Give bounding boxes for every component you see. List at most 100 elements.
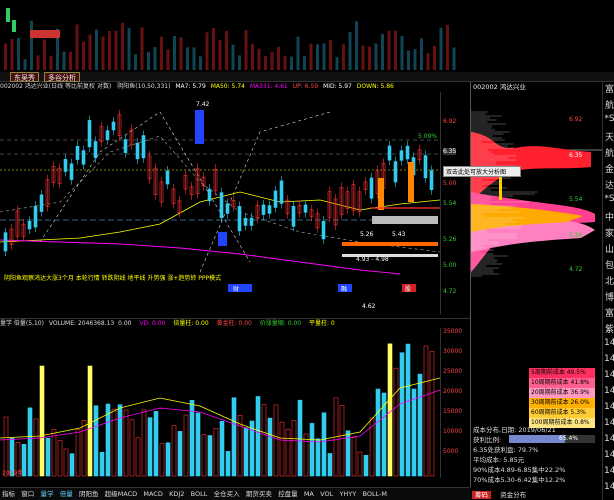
side-list-item[interactable]: 14: [604, 418, 614, 428]
side-list-item[interactable]: 中: [604, 210, 614, 223]
volume-bar: [33, 418, 39, 477]
candlestick-chart[interactable]: 7.42 5.09% 5.26 5.43 4.93 - 4.98 4.62 阴阳…: [0, 92, 441, 314]
top-bar: [296, 36, 300, 70]
volume-bar: [129, 419, 135, 477]
side-list-item[interactable]: 14: [604, 450, 614, 460]
btab-control-vol[interactable]: 控盘量: [276, 488, 300, 500]
btab-yhyy[interactable]: YHYY: [337, 488, 358, 500]
volume-bar: [225, 451, 231, 477]
candle-body: [237, 206, 242, 232]
volume-bar: [291, 420, 297, 477]
btab-vol[interactable]: VOL: [318, 488, 335, 500]
chip-tab-chips[interactable]: 筹码: [472, 491, 491, 499]
volume-bars-group: [3, 343, 435, 477]
top-bar: [17, 37, 20, 70]
btab-futures[interactable]: 期货买卖: [244, 488, 274, 500]
candle-body: [93, 141, 98, 159]
side-list-item[interactable]: 北: [604, 274, 614, 287]
cost-70: 70%成本5.30-6.42集中12.2%: [473, 476, 566, 484]
top-bar: [218, 40, 222, 70]
volume-bar: [165, 442, 171, 477]
candle-body: [273, 190, 278, 208]
side-list-item[interactable]: *S: [604, 194, 614, 204]
down-value: DOWN: 5.86: [356, 83, 394, 90]
side-list-item[interactable]: 富: [604, 306, 614, 319]
btab-boll[interactable]: BOLL: [189, 488, 210, 500]
side-list-item[interactable]: 14: [604, 466, 614, 476]
volume-bar: [327, 453, 333, 477]
top-bar: [387, 30, 391, 70]
ma331-value: MA331: 4.61: [249, 83, 288, 90]
chip-price-3: 5.54: [569, 196, 583, 203]
stock-code-name: 002002 鸿达兴业(日线 等比前复权 对数): [0, 83, 112, 90]
side-list-item[interactable]: 山: [604, 242, 614, 255]
side-list-item[interactable]: 富: [604, 82, 614, 95]
top-bar: [4, 43, 7, 70]
top-bar: [69, 51, 72, 70]
candle-body: [429, 170, 434, 191]
chip-zoom-tooltip[interactable]: 双击此处可放大分析图: [443, 166, 521, 177]
volume-bar: [357, 451, 363, 477]
top-bar: [88, 34, 92, 70]
side-list-item[interactable]: 天: [604, 130, 614, 143]
side-list-item[interactable]: 14: [604, 434, 614, 444]
price-tick-6: 4.72: [443, 288, 457, 295]
side-list-item[interactable]: 紫: [604, 322, 614, 335]
side-list-item[interactable]: *S: [604, 114, 614, 124]
side-list-item[interactable]: 包: [604, 258, 614, 271]
volume-bar: [261, 404, 267, 477]
top-bar: [179, 37, 183, 70]
side-list-item[interactable]: 14: [604, 370, 614, 380]
top-bar: [394, 30, 397, 70]
volume-bar: [69, 453, 75, 477]
volume-bar: [117, 404, 123, 477]
side-list-item[interactable]: 14: [604, 338, 614, 348]
chip-distribution-svg[interactable]: [471, 92, 603, 282]
btab-super-macd[interactable]: 超级MACD: [103, 488, 139, 500]
top-bar: [134, 54, 137, 70]
side-list-item[interactable]: 14: [604, 482, 614, 492]
btab-full-buy[interactable]: 全仓买入: [212, 488, 242, 500]
vol-tick-1: 35000: [443, 328, 463, 335]
candle-body: [393, 161, 398, 183]
tab-dongwu[interactable]: 东吴秀: [10, 72, 39, 82]
side-list-item[interactable]: 14: [604, 354, 614, 364]
vol-indicator-name[interactable]: 量学 倍量(5,10): [0, 320, 44, 327]
side-list-item[interactable]: 达: [604, 178, 614, 191]
volume-bar: [63, 448, 69, 477]
side-list-item[interactable]: 航: [604, 98, 614, 111]
cost-90: 90%成本4.89-6.85集中22.2%: [473, 466, 566, 474]
volume-chart[interactable]: 2019年: [0, 328, 441, 478]
side-list-item[interactable]: 14: [604, 402, 614, 412]
btab-macd[interactable]: MACD: [141, 488, 164, 500]
side-list-item[interactable]: 14: [604, 386, 614, 396]
top-bar: [322, 43, 326, 70]
indicator-name[interactable]: 阴阳鱼(10,50,331): [117, 83, 170, 90]
btab-liangxue[interactable]: 量学: [38, 488, 55, 500]
btab-indicator[interactable]: 指标: [0, 488, 17, 500]
top-bar: [153, 47, 157, 70]
top-bar: [381, 33, 384, 70]
candle-body: [405, 145, 410, 160]
btab-ma[interactable]: MA: [302, 488, 316, 500]
candle-body: [243, 218, 248, 226]
tab-multi-analysis[interactable]: 多谷分析: [44, 72, 80, 82]
side-list-item[interactable]: 家: [604, 226, 614, 239]
side-list-item[interactable]: 博: [604, 290, 614, 303]
year-label: 2019年: [2, 469, 23, 477]
btab-window[interactable]: 窗口: [19, 488, 36, 500]
side-list-item[interactable]: 航: [604, 146, 614, 159]
volume-bar: [123, 409, 129, 477]
volume-bar: [153, 411, 159, 477]
btab-yinyangyu[interactable]: 阴阳鱼: [77, 488, 101, 500]
chip-tab-funds[interactable]: 资金分布: [497, 491, 529, 499]
btab-kdj2[interactable]: KDJ2: [167, 488, 186, 500]
top-bar: [426, 53, 430, 70]
up-value: UP: 6.59: [292, 83, 319, 90]
ma7-value: MA7: 5.79: [175, 83, 206, 90]
btab-beiliang[interactable]: 倍量: [58, 488, 75, 500]
top-bar: [49, 56, 53, 70]
top-bar: [257, 48, 261, 70]
side-list-item[interactable]: 金: [604, 162, 614, 175]
btab-boll-m[interactable]: BOLL-M: [360, 488, 389, 500]
